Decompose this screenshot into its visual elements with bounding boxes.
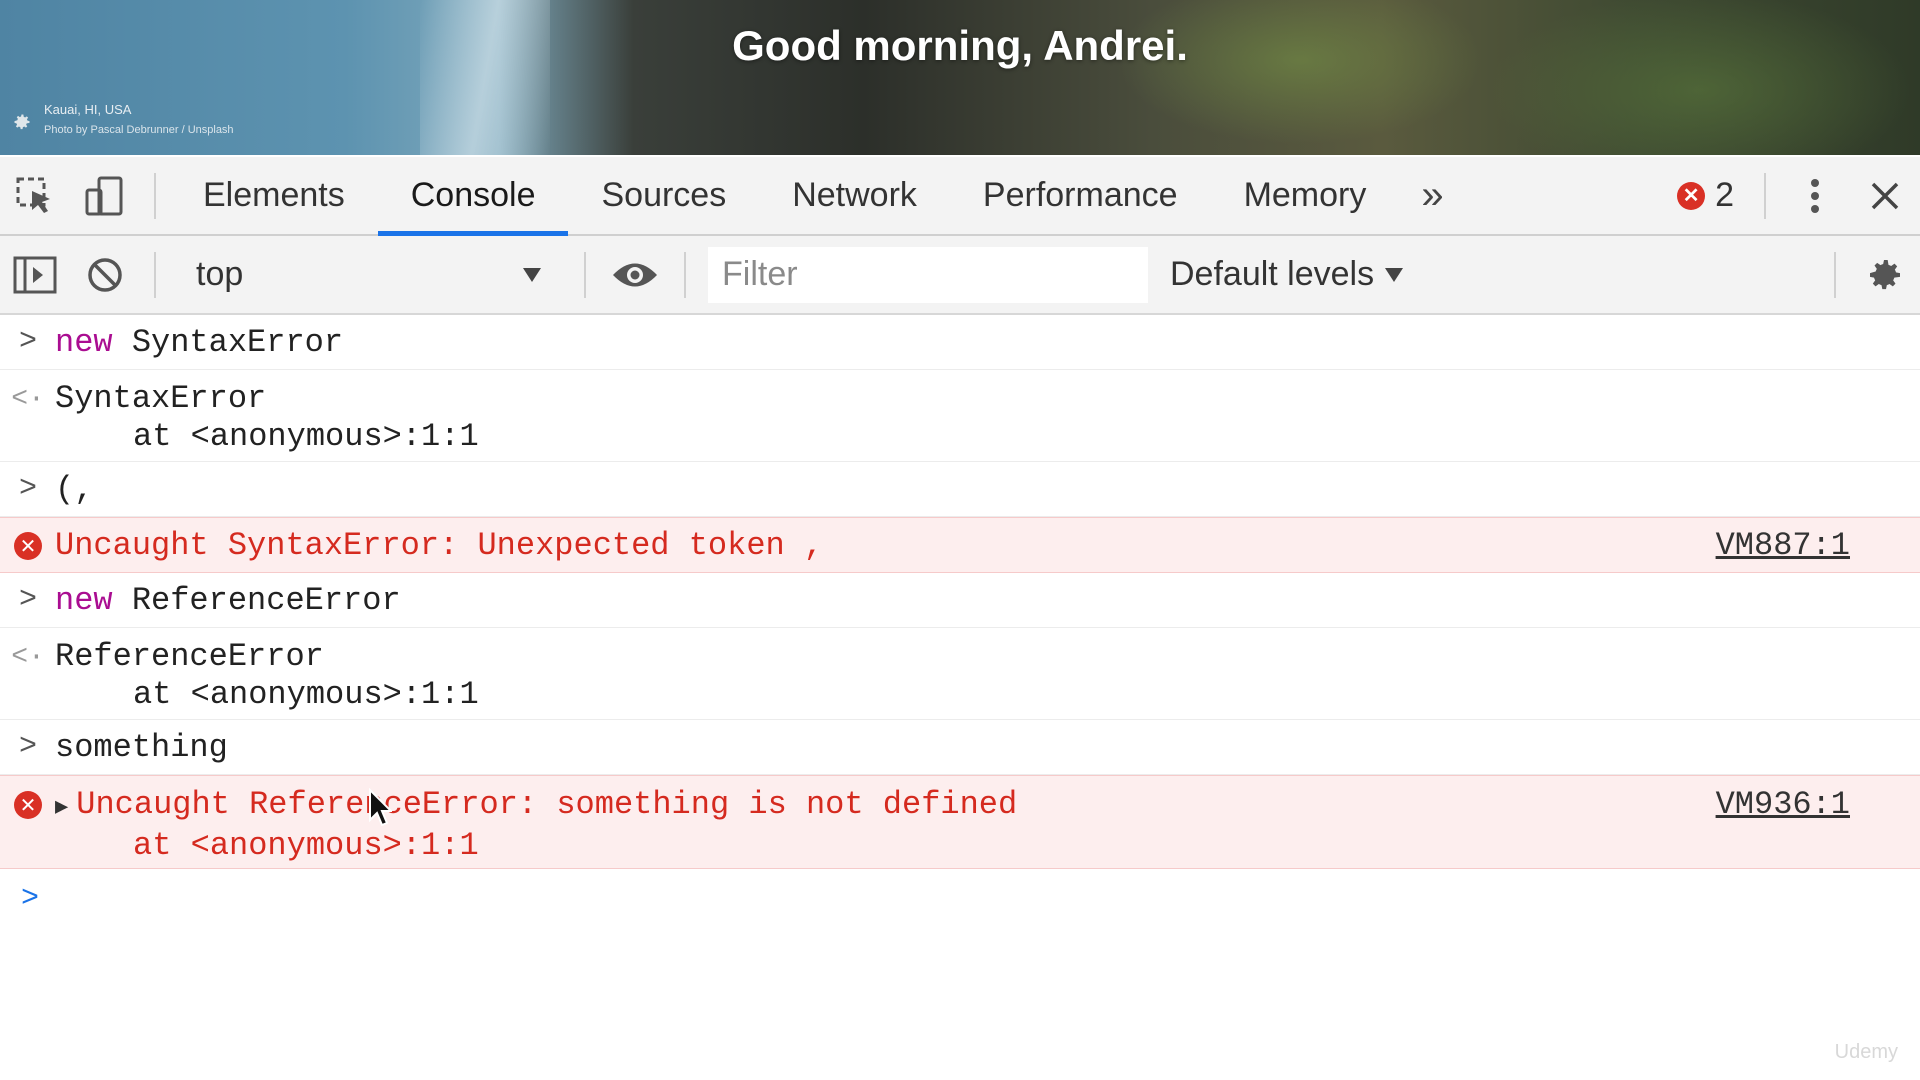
input-chevron-icon: > bbox=[18, 472, 37, 506]
filter-input[interactable] bbox=[708, 246, 1148, 303]
source-link[interactable]: VM887:1 bbox=[1716, 518, 1850, 574]
source-link[interactable]: VM936:1 bbox=[1716, 786, 1850, 824]
settings-gear-icon[interactable] bbox=[12, 112, 32, 132]
photo-author[interactable]: Photo by Pascal Debrunner / Unsplash bbox=[44, 120, 234, 140]
tab-sources[interactable]: Sources bbox=[568, 157, 759, 234]
input-chevron-icon: > bbox=[18, 325, 37, 359]
console-input-entry: > (, bbox=[0, 462, 1920, 517]
error-count-value: 2 bbox=[1715, 176, 1734, 214]
dropdown-arrow-icon bbox=[1385, 267, 1404, 282]
code-text: ReferenceError bbox=[112, 582, 401, 619]
code-keyword: new bbox=[55, 324, 113, 361]
stack-trace-line: at <anonymous>:1:1 bbox=[133, 418, 479, 455]
inspect-element-icon[interactable] bbox=[0, 157, 70, 234]
tab-bar-right: ✕ 2 bbox=[1661, 157, 1920, 234]
toolbar-right bbox=[1820, 236, 1920, 313]
error-message: Uncaught ReferenceError: something is no… bbox=[76, 786, 1018, 823]
tab-elements[interactable]: Elements bbox=[170, 157, 378, 234]
error-icon: ✕ bbox=[1677, 181, 1706, 210]
result-text: SyntaxError bbox=[55, 380, 267, 417]
log-levels-dropdown[interactable]: Default levels bbox=[1170, 255, 1404, 294]
console-input-entry: > new ReferenceError bbox=[0, 573, 1920, 628]
divider bbox=[684, 251, 686, 298]
kebab-menu-icon[interactable] bbox=[1780, 157, 1850, 234]
console-prompt-line[interactable]: > bbox=[0, 869, 1920, 929]
console-result-entry[interactable]: <· ReferenceError at <anonymous>:1:1 bbox=[0, 628, 1920, 720]
new-tab-banner: Good morning, Andrei. Kauai, HI, USA Pho… bbox=[0, 0, 1920, 155]
expand-triangle-icon[interactable]: ▶ bbox=[55, 795, 68, 820]
console-input-entry: > something bbox=[0, 720, 1920, 775]
input-chevron-icon: > bbox=[18, 730, 37, 764]
tab-network[interactable]: Network bbox=[759, 157, 950, 234]
code-text: something bbox=[55, 729, 228, 766]
watermark-logo: Udemy bbox=[1834, 1041, 1898, 1063]
console-settings-gear-icon[interactable] bbox=[1850, 236, 1920, 313]
mouse-pointer-icon bbox=[369, 788, 392, 827]
error-icon: ✕ bbox=[14, 532, 42, 560]
console-toolbar: top Default levels bbox=[0, 236, 1920, 315]
device-toolbar-icon[interactable] bbox=[70, 157, 140, 234]
divider bbox=[1834, 251, 1836, 298]
error-gutter: ✕ bbox=[8, 518, 48, 574]
code-keyword: new bbox=[55, 582, 113, 619]
divider bbox=[584, 251, 586, 298]
clear-console-icon[interactable] bbox=[70, 236, 140, 313]
console-output: > new SyntaxError <· SyntaxError at <ano… bbox=[0, 315, 1920, 1080]
divider bbox=[154, 251, 156, 298]
code-text: SyntaxError bbox=[112, 324, 344, 361]
console-error-entry: ✕ Uncaught SyntaxError: Unexpected token… bbox=[0, 517, 1920, 573]
context-value: top bbox=[196, 255, 244, 293]
divider bbox=[154, 172, 156, 219]
console-input-entry: > new SyntaxError bbox=[0, 315, 1920, 370]
show-sidebar-icon[interactable] bbox=[0, 236, 70, 313]
error-gutter: ✕ bbox=[8, 786, 48, 824]
live-expression-eye-icon[interactable] bbox=[600, 236, 670, 313]
photo-credit: Kauai, HI, USA Photo by Pascal Debrunner… bbox=[12, 100, 234, 140]
result-arrow-icon: <· bbox=[11, 642, 45, 673]
greeting-text: Good morning, Andrei. bbox=[732, 22, 1188, 69]
dropdown-arrow-icon bbox=[523, 267, 541, 282]
stack-trace-line: at <anonymous>:1:1 bbox=[133, 827, 479, 864]
error-counter[interactable]: ✕ 2 bbox=[1661, 176, 1750, 215]
stack-trace-line: at <anonymous>:1:1 bbox=[133, 676, 479, 713]
close-devtools-icon[interactable] bbox=[1850, 157, 1920, 234]
prompt-chevron-icon: > bbox=[20, 882, 39, 916]
context-selector[interactable]: top bbox=[170, 246, 570, 304]
error-icon: ✕ bbox=[14, 791, 42, 819]
more-tabs-chevron-icon[interactable]: » bbox=[1399, 173, 1465, 218]
divider bbox=[1764, 172, 1766, 219]
tab-performance[interactable]: Performance bbox=[950, 157, 1211, 234]
photo-location[interactable]: Kauai, HI, USA bbox=[44, 100, 234, 120]
tab-memory[interactable]: Memory bbox=[1211, 157, 1400, 234]
result-text: ReferenceError bbox=[55, 638, 324, 675]
log-levels-label: Default levels bbox=[1170, 255, 1375, 293]
tab-console[interactable]: Console bbox=[377, 157, 569, 236]
code-text: (, bbox=[55, 471, 94, 508]
input-chevron-icon: > bbox=[18, 583, 37, 617]
result-arrow-icon: <· bbox=[11, 384, 45, 415]
console-result-entry[interactable]: <· SyntaxError at <anonymous>:1:1 bbox=[0, 370, 1920, 462]
devtools-tab-bar: Elements Console Sources Network Perform… bbox=[0, 157, 1920, 236]
error-message: Uncaught SyntaxError: Unexpected token , bbox=[55, 527, 824, 564]
console-error-entry[interactable]: ✕ ▶ Uncaught ReferenceError: something is… bbox=[0, 775, 1920, 869]
